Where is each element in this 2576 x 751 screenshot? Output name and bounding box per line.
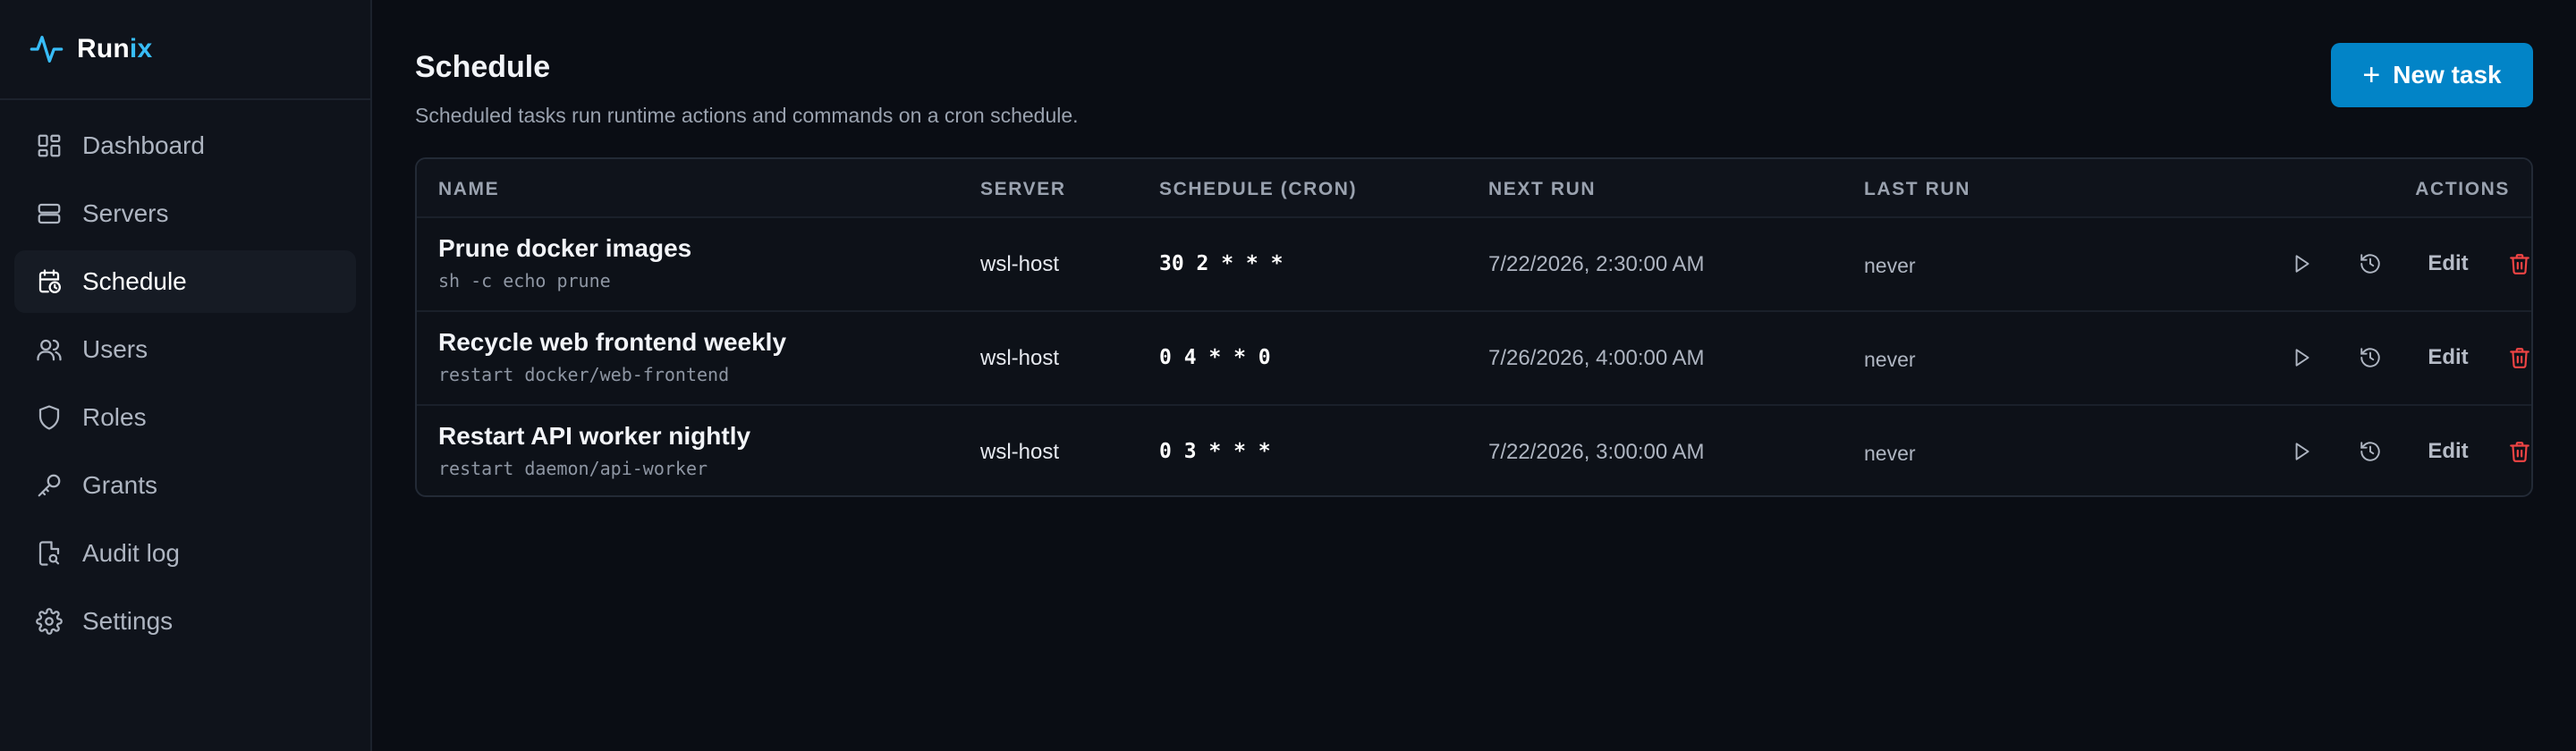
history-icon	[2360, 442, 2380, 461]
brand-logo[interactable]: Runix	[0, 0, 370, 100]
header-server: SERVER	[980, 179, 1066, 199]
task-server: wsl-host	[980, 346, 1060, 370]
trash-icon	[2510, 348, 2529, 368]
task-next-run: 7/26/2026, 4:00:00 AM	[1488, 346, 1705, 370]
key-icon	[38, 474, 61, 497]
delete-button[interactable]	[2499, 431, 2531, 472]
sidebar-item-settings[interactable]: Settings	[14, 590, 356, 653]
task-cron: 0 3 * * *	[1159, 440, 1271, 463]
task-name: Restart API worker nightly	[438, 422, 751, 450]
task-server: wsl-host	[980, 252, 1060, 276]
servers-icon	[38, 203, 61, 224]
trash-icon	[2510, 254, 2529, 274]
main-content: Schedule Scheduled tasks run runtime act…	[374, 0, 2576, 751]
sidebar-item-grants[interactable]: Grants	[14, 454, 356, 517]
header-schedule: SCHEDULE (CRON)	[1159, 179, 1358, 199]
task-name: Prune docker images	[438, 234, 692, 262]
sidebar-item-users[interactable]: Users	[14, 318, 356, 381]
header-name: NAME	[438, 179, 500, 199]
header-next-run: NEXT RUN	[1488, 179, 1597, 199]
task-next-run: 7/22/2026, 3:00:00 AM	[1488, 440, 1705, 464]
task-cron: 30 2 * * *	[1159, 252, 1284, 275]
sidebar-item-label: Audit log	[82, 539, 180, 567]
sidebar-item-label: Grants	[82, 471, 158, 499]
task-name: Recycle web frontend weekly	[438, 328, 787, 356]
sidebar-item-servers[interactable]: Servers	[14, 182, 356, 245]
edit-button[interactable]: Edit	[2420, 431, 2476, 472]
delete-button[interactable]	[2499, 337, 2531, 378]
task-command: restart docker/web-frontend	[438, 364, 730, 385]
file-search-icon	[38, 541, 60, 566]
history-button[interactable]	[2350, 243, 2391, 284]
sidebar-item-audit-log[interactable]: Audit log	[14, 522, 356, 585]
shield-icon	[38, 405, 60, 430]
sidebar-item-label: Roles	[82, 403, 147, 431]
sidebar-item-roles[interactable]: Roles	[14, 386, 356, 449]
calendar-clock-icon	[38, 269, 61, 293]
plus-icon: +	[2362, 58, 2381, 92]
users-icon	[37, 339, 62, 361]
edit-button[interactable]: Edit	[2420, 337, 2476, 378]
table-row: Restart API worker nightly restart daemo…	[417, 406, 2531, 495]
edit-button[interactable]: Edit	[2420, 243, 2476, 284]
sidebar-item-label: Servers	[82, 199, 169, 227]
run-now-button[interactable]	[2281, 337, 2322, 378]
history-icon	[2360, 348, 2380, 367]
new-task-label: New task	[2393, 61, 2502, 89]
table-header: NAME SERVER SCHEDULE (CRON) NEXT RUN LAS…	[417, 159, 2531, 218]
task-last-run: never	[1864, 348, 1916, 371]
table-row: Prune docker images sh -c echo prune wsl…	[417, 218, 2531, 312]
header-last-run: LAST RUN	[1864, 179, 1970, 199]
sidebar-item-schedule[interactable]: Schedule	[14, 250, 356, 313]
history-button[interactable]	[2350, 337, 2391, 378]
history-button[interactable]	[2350, 431, 2391, 472]
sidebar-item-dashboard[interactable]: Dashboard	[14, 114, 356, 177]
header-actions: ACTIONS	[2415, 179, 2510, 199]
play-icon	[2295, 255, 2309, 273]
app-name: Runix	[77, 34, 153, 63]
sidebar-nav: Dashboard Servers Schedule Users Roles G…	[0, 100, 370, 672]
sidebar: Runix Dashboard Servers Schedule Users R…	[0, 0, 372, 751]
task-cron: 0 4 * * 0	[1159, 346, 1271, 369]
task-command: restart daemon/api-worker	[438, 458, 708, 479]
delete-button[interactable]	[2499, 243, 2531, 284]
trash-icon	[2510, 442, 2529, 462]
task-last-run: never	[1864, 254, 1916, 277]
table-row: Recycle web frontend weekly restart dock…	[417, 312, 2531, 406]
pulse-icon	[30, 36, 64, 63]
page-subtitle: Scheduled tasks run runtime actions and …	[415, 104, 1079, 127]
sidebar-item-label: Users	[82, 335, 148, 363]
sidebar-item-label: Settings	[82, 607, 174, 635]
play-icon	[2295, 349, 2309, 367]
run-now-button[interactable]	[2281, 243, 2322, 284]
task-last-run: never	[1864, 442, 1916, 465]
history-icon	[2360, 254, 2380, 274]
run-now-button[interactable]	[2281, 431, 2322, 472]
sidebar-item-label: Dashboard	[82, 131, 205, 159]
task-next-run: 7/22/2026, 2:30:00 AM	[1488, 252, 1705, 276]
gear-icon	[36, 608, 63, 635]
dashboard-icon	[38, 134, 61, 157]
task-server: wsl-host	[980, 440, 1060, 464]
sidebar-item-label: Schedule	[82, 267, 187, 295]
page-title: Schedule	[415, 50, 551, 84]
play-icon	[2295, 443, 2309, 460]
task-command: sh -c echo prune	[438, 270, 611, 291]
tasks-table: NAME SERVER SCHEDULE (CRON) NEXT RUN LAS…	[415, 157, 2533, 497]
new-task-button[interactable]: + New task	[2331, 43, 2533, 107]
